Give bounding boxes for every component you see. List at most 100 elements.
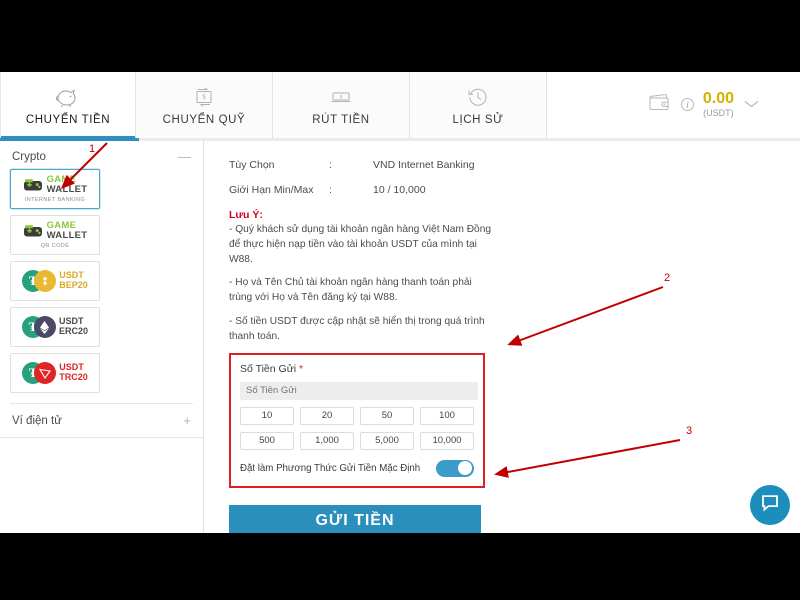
letterbox-top bbox=[0, 0, 800, 72]
method-game-wallet-internet-banking[interactable]: GAME WALLET INTERNET BANKING bbox=[10, 169, 100, 209]
tab-label: RÚT TIỀN bbox=[312, 113, 370, 126]
tab-label: CHUYỂN TIỀN bbox=[25, 113, 111, 126]
usdt-trc20-label: USDT TRC20 bbox=[59, 363, 88, 382]
ewallet-title: Ví điện tử bbox=[12, 414, 62, 427]
brand-wallet: WALLET bbox=[46, 183, 88, 195]
withdraw-cash-icon: $ bbox=[329, 85, 353, 109]
live-chat-button[interactable] bbox=[750, 485, 790, 525]
svg-text:$: $ bbox=[340, 93, 343, 100]
submit-deposit-button[interactable]: GỬI TIỀN bbox=[229, 504, 481, 533]
info-colon: : bbox=[329, 184, 332, 196]
game-wallet-logo-icon: GAME WALLET bbox=[23, 175, 88, 194]
default-method-toggle[interactable] bbox=[436, 459, 474, 477]
amount-chip-1000[interactable]: 1,000 bbox=[300, 431, 354, 450]
method-subtitle: INTERNET BANKING bbox=[24, 197, 86, 203]
crypto-section-header[interactable]: Crypto — bbox=[0, 141, 203, 169]
tab-lich-su[interactable]: LỊCH SỬ bbox=[410, 72, 547, 138]
piggy-bank-icon bbox=[55, 85, 81, 109]
game-wallet-wordmark: GAME WALLET bbox=[47, 221, 88, 240]
chat-bubble-icon bbox=[760, 494, 780, 517]
method-usdt-trc20[interactable]: ₮ USDT TRC20 bbox=[10, 353, 100, 393]
chevron-down-icon[interactable] bbox=[743, 96, 760, 114]
crypto-title: Crypto bbox=[12, 151, 46, 163]
note-title: Lưu Ý: bbox=[229, 209, 263, 221]
crypto-method-grid: GAME WALLET INTERNET BANKING GAME WALLET… bbox=[0, 169, 203, 393]
usdt-line2: ERC20 bbox=[58, 326, 88, 336]
deposit-amount-section: Số Tiền Gửi * 10 20 50 100 500 1,000 5,0… bbox=[229, 353, 485, 488]
usdt-line2: TRC20 bbox=[59, 372, 88, 382]
wallet-balance: 0.00 (USDT) bbox=[702, 90, 734, 119]
sidebar-item-ewallet[interactable]: Ví điện tử + bbox=[0, 404, 203, 438]
transfer-funds-icon: $ bbox=[193, 85, 215, 109]
wallet-summary[interactable]: i 0.00 (USDT) bbox=[648, 91, 760, 118]
quick-amount-row-1: 10 20 50 100 bbox=[240, 406, 474, 425]
svg-text:$: $ bbox=[202, 93, 206, 101]
info-row-limit: Giới Hạn Min/Max : 10 / 10,000 bbox=[229, 184, 800, 196]
quick-amount-row-2: 500 1,000 5,000 10,000 bbox=[240, 431, 474, 450]
deposit-main-panel: Tùy Chọn : VND Internet Banking Giới Hạn… bbox=[205, 141, 800, 533]
amount-chip-5000[interactable]: 5,000 bbox=[360, 431, 414, 450]
coin-pair-icon: ₮ bbox=[21, 316, 56, 338]
coin-pair-icon: ₮ bbox=[22, 362, 57, 384]
balance-currency: (USDT) bbox=[703, 108, 734, 119]
history-clock-icon bbox=[467, 85, 489, 109]
main-tab-bar: CHUYỂN TIỀN $ CHUYỂN QUỸ $ RÚT TIỀN LỊCH… bbox=[0, 72, 800, 139]
ethereum-coin-icon bbox=[33, 316, 56, 338]
collapse-icon[interactable]: — bbox=[178, 150, 191, 163]
note-line-3: - Số tiền USDT được cập nhật sẽ hiển thị… bbox=[229, 315, 485, 342]
toggle-knob bbox=[458, 461, 472, 476]
expand-plus-icon[interactable]: + bbox=[183, 413, 191, 428]
required-asterisk: * bbox=[298, 363, 304, 376]
deposit-label-text: Số Tiền Gửi bbox=[240, 363, 297, 376]
default-method-row: Đặt làm Phương Thức Gửi Tiền Mặc Định bbox=[240, 459, 474, 477]
game-wallet-logo-icon: GAME WALLET bbox=[23, 221, 88, 240]
info-row-option: Tùy Chọn : VND Internet Banking bbox=[229, 159, 800, 171]
letterbox-bottom bbox=[0, 533, 800, 600]
note-line-1: - Quý khách sử dụng tài khoản ngân hàng … bbox=[229, 224, 492, 265]
annotation-number-3: 3 bbox=[686, 425, 693, 437]
app-page: CHUYỂN TIỀN $ CHUYỂN QUỸ $ RÚT TIỀN LỊCH… bbox=[0, 72, 800, 533]
info-key: Giới Hạn Min/Max bbox=[229, 184, 314, 196]
tab-chuyen-quy[interactable]: $ CHUYỂN QUỸ bbox=[136, 72, 273, 138]
tab-rut-tien[interactable]: $ RÚT TIỀN bbox=[273, 72, 410, 138]
usdt-erc20-logo-icon: ₮ USDT ERC20 bbox=[21, 316, 88, 338]
usdt-trc20-logo-icon: ₮ USDT TRC20 bbox=[22, 362, 88, 384]
usdt-bep20-logo-icon: ₮ USDT BEP20 bbox=[22, 270, 88, 292]
method-usdt-bep20[interactable]: ₮ USDT BEP20 bbox=[10, 261, 100, 301]
annotation-number-1: 1 bbox=[89, 143, 96, 155]
deposit-amount-input[interactable] bbox=[240, 381, 478, 400]
amount-chip-10[interactable]: 10 bbox=[240, 406, 294, 425]
usdt-bep20-label: USDT BEP20 bbox=[59, 271, 88, 290]
info-value: 10 / 10,000 bbox=[373, 184, 426, 196]
note-line-2: - Họ và Tên Chủ tài khoản ngân hàng than… bbox=[229, 277, 472, 304]
annotation-number-2: 2 bbox=[664, 272, 671, 284]
usdt-line2: BEP20 bbox=[59, 280, 88, 290]
screenshot-stage: CHUYỂN TIỀN $ CHUYỂN QUỸ $ RÚT TIỀN LỊCH… bbox=[0, 0, 800, 600]
balance-amount: 0.00 bbox=[702, 90, 734, 108]
method-usdt-erc20[interactable]: ₮ USDT ERC20 bbox=[10, 307, 100, 347]
tab-chuyen-tien[interactable]: CHUYỂN TIỀN bbox=[0, 72, 136, 139]
tron-coin-icon bbox=[34, 362, 57, 384]
deposit-amount-label: Số Tiền Gửi * bbox=[240, 363, 474, 375]
wallet-icon bbox=[648, 93, 672, 117]
method-game-wallet-qr-code[interactable]: GAME WALLET QR CODE bbox=[10, 215, 100, 255]
tab-label: CHUYỂN QUỸ bbox=[162, 113, 246, 126]
tab-label: LỊCH SỬ bbox=[452, 113, 504, 126]
amount-chip-10000[interactable]: 10,000 bbox=[420, 431, 474, 450]
default-method-label: Đặt làm Phương Thức Gửi Tiền Mặc Định bbox=[240, 462, 421, 474]
usdt-erc20-label: USDT ERC20 bbox=[59, 317, 88, 336]
wallet-info-icon[interactable]: i bbox=[680, 98, 694, 112]
tabbar-spacer: i 0.00 (USDT) bbox=[547, 72, 800, 138]
brand-wallet: WALLET bbox=[46, 229, 88, 241]
coin-pair-icon: ₮ bbox=[22, 270, 57, 292]
amount-chip-50[interactable]: 50 bbox=[360, 406, 414, 425]
method-subtitle: QR CODE bbox=[40, 243, 70, 249]
payment-method-sidebar: Crypto — GAME WALLET INTERNET BANKING GA… bbox=[0, 141, 204, 533]
game-wallet-wordmark: GAME WALLET bbox=[47, 175, 88, 194]
amount-chip-20[interactable]: 20 bbox=[300, 406, 354, 425]
bnb-coin-icon bbox=[34, 270, 57, 292]
info-colon: : bbox=[329, 159, 332, 171]
info-key: Tùy Chọn bbox=[229, 159, 275, 171]
amount-chip-100[interactable]: 100 bbox=[420, 406, 474, 425]
amount-chip-500[interactable]: 500 bbox=[240, 431, 294, 450]
